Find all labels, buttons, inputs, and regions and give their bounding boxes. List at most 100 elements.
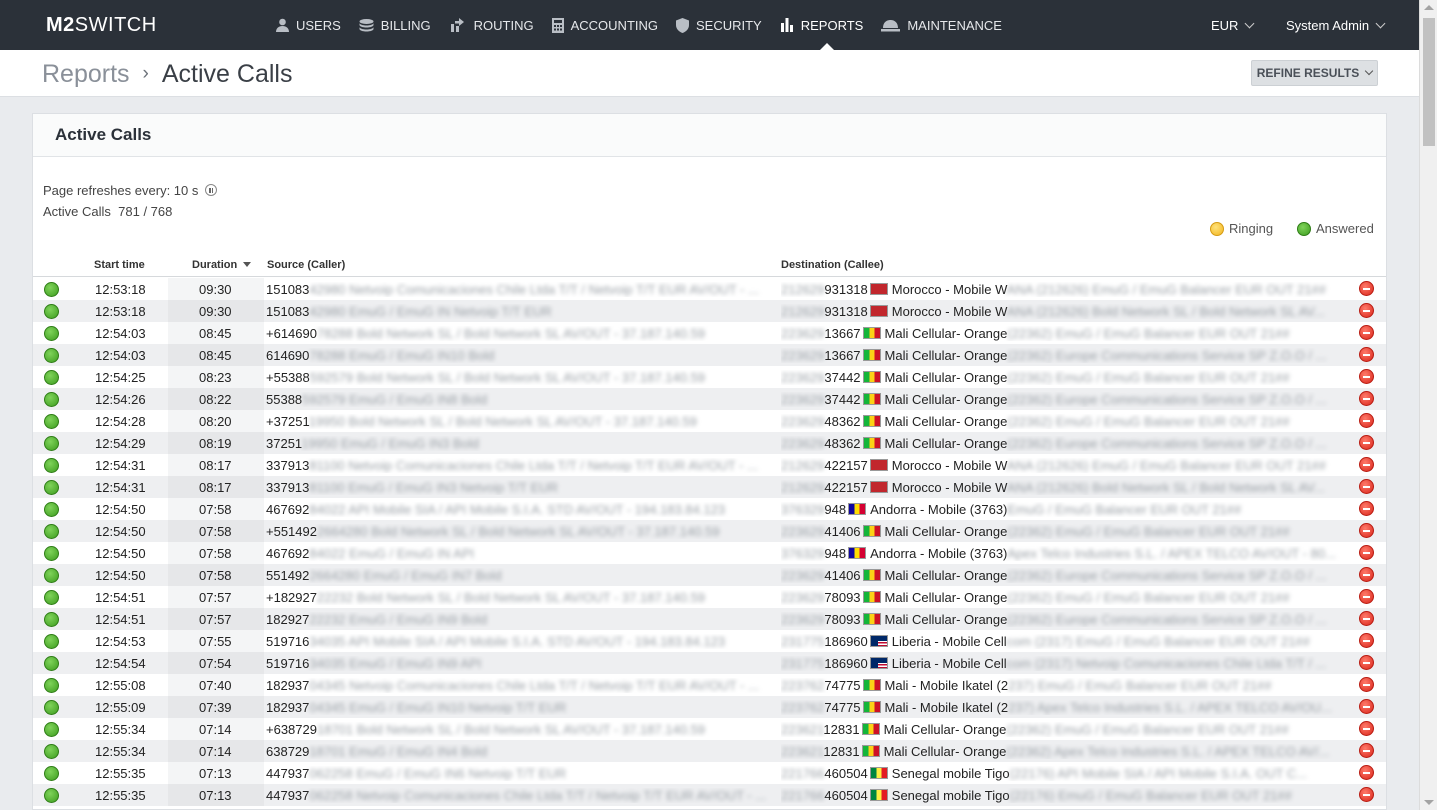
destination-prefix-redacted: 231775 — [781, 656, 825, 671]
table-row: 12:54:03 08:45 61469078288 EmuG / EmuG IN1… — [33, 344, 1386, 366]
answered-status-icon — [44, 700, 59, 715]
refresh-label: Page refreshes every: 10 s — [43, 183, 199, 198]
country-flag-icon — [869, 657, 888, 669]
country-flag-icon — [848, 547, 867, 559]
nav-item-reports[interactable]: REPORTS — [776, 0, 878, 50]
hangup-call-icon[interactable] — [1359, 611, 1374, 626]
start-time-cell: 12:53:18 — [95, 304, 146, 319]
source-cell: +55388592579 Bold Network SL / Bold Netw… — [266, 370, 771, 385]
app-logo[interactable]: M2SWITCH — [46, 14, 157, 37]
duration-cell: 07:40 — [199, 678, 232, 693]
destination-name: Mali - Mobile Ikatel (2 — [884, 678, 1009, 693]
table-row: 12:54:29 08:19 3725119950 EmuG / EmuG IN3 … — [33, 432, 1386, 454]
destination-name: Mali Cellular- Orange — [884, 524, 1008, 539]
destination-number: 37442 — [824, 370, 861, 385]
hangup-call-icon[interactable] — [1359, 545, 1374, 560]
duration-cell: 07:58 — [199, 568, 232, 583]
nav-item-maintenance[interactable]: MAINTENANCE — [877, 0, 1016, 50]
destination-cell: 22362937442 Mali Cellular- Orange(22362) … — [781, 370, 1351, 385]
hangup-call-icon[interactable] — [1359, 501, 1374, 516]
destination-prefix-redacted: 223629 — [781, 370, 825, 385]
nav-item-billing[interactable]: BILLING — [355, 0, 445, 50]
answered-status-icon — [44, 568, 59, 583]
destination-cell: 22362913667 Mali Cellular- Orange(22362) … — [781, 326, 1351, 341]
hangup-call-icon[interactable] — [1359, 413, 1374, 428]
destination-name: Senegal mobile Tigo — [891, 766, 1010, 781]
source-cell: +5514922664280 Bold Network SL / Bold Ne… — [266, 524, 771, 539]
hangup-call-icon[interactable] — [1359, 391, 1374, 406]
hangup-call-icon[interactable] — [1359, 655, 1374, 670]
hangup-call-icon[interactable] — [1359, 435, 1374, 450]
main-nav: USERS BILLING ROUTING ACCOUNTING SECURITY REP… — [272, 0, 1016, 50]
source-redacted: 42980 Netvoip Comunicaciones Chile Ltda … — [309, 282, 759, 297]
nav-item-routing[interactable]: ROUTING — [445, 0, 548, 50]
hangup-call-icon[interactable] — [1359, 589, 1374, 604]
destination-cell: 22362937442 Mali Cellular- Orange(22362) … — [781, 392, 1351, 407]
nav-item-accounting[interactable]: ACCOUNTING — [548, 0, 672, 50]
hangup-call-icon[interactable] — [1359, 457, 1374, 472]
hangup-call-icon[interactable] — [1359, 633, 1374, 648]
nav-item-label: MAINTENANCE — [907, 17, 1002, 33]
start-time-cell: 12:54:50 — [95, 568, 146, 583]
vertical-scrollbar[interactable] — [1419, 0, 1437, 810]
source-redacted: 22232 EmuG / EmuG IN9 Bold — [309, 612, 488, 627]
destination-name: Mali Cellular- Orange — [884, 348, 1008, 363]
scrollbar-thumb[interactable] — [1423, 18, 1435, 146]
destination-prefix-redacted: 223629 — [781, 612, 825, 627]
hangup-call-icon[interactable] — [1359, 479, 1374, 494]
hangup-call-icon[interactable] — [1359, 281, 1374, 296]
column-duration[interactable]: Duration — [192, 259, 252, 271]
hangup-call-icon[interactable] — [1359, 765, 1374, 780]
column-start-time[interactable]: Start time — [94, 259, 145, 271]
destination-prefix-redacted: 223629 — [781, 524, 825, 539]
active-calls-count: Active Calls 781 / 768 — [43, 204, 172, 219]
destination-redacted: (22362) Apex Telco Industries S.L. / APE… — [1006, 744, 1330, 759]
destination-redacted: com (2317) EmuG / EmuG Balancer EUR OUT … — [1006, 634, 1310, 649]
destination-prefix-redacted: 221766 — [781, 766, 825, 781]
destination-number: 422157 — [824, 480, 868, 495]
chevron-down-icon — [1245, 18, 1255, 28]
duration-cell: 09:30 — [199, 304, 232, 319]
hangup-call-icon[interactable] — [1359, 325, 1374, 340]
breadcrumb-separator: › — [142, 63, 149, 84]
country-flag-icon — [869, 305, 888, 317]
destination-redacted: (22362) EmuG / EmuG Balancer EUR OUT 21#… — [1007, 370, 1290, 385]
source-redacted: 19950 EmuG / EmuG IN3 Bold — [301, 436, 479, 451]
source-cell: 18292722232 EmuG / EmuG IN9 Bold — [266, 612, 771, 627]
source-redacted: 34035 EmuG / EmuG IN9 API — [309, 656, 482, 671]
hangup-call-icon[interactable] — [1359, 567, 1374, 582]
nav-item-security[interactable]: SECURITY — [672, 0, 776, 50]
hangup-call-icon[interactable] — [1359, 369, 1374, 384]
user-menu[interactable]: System Admin — [1286, 0, 1386, 50]
source-cell: 61469078288 EmuG / EmuG IN10 Bold — [266, 348, 771, 363]
start-time-cell: 12:54:28 — [95, 414, 146, 429]
hangup-call-icon[interactable] — [1359, 743, 1374, 758]
destination-number: 12831 — [823, 722, 860, 737]
hangup-call-icon[interactable] — [1359, 787, 1374, 802]
country-flag-icon — [869, 481, 888, 493]
destination-prefix-redacted: 212629 — [781, 282, 825, 297]
hangup-call-icon[interactable] — [1359, 523, 1374, 538]
destination-redacted: EmuG / EmuG Balancer EUR OUT 21## — [1007, 502, 1242, 517]
country-flag-icon — [862, 349, 881, 361]
pause-icon[interactable] — [204, 184, 217, 196]
scroll-down-arrow-icon[interactable] — [1424, 800, 1434, 805]
scroll-up-arrow-icon[interactable] — [1424, 5, 1434, 10]
currency-selector[interactable]: EUR — [1211, 0, 1255, 50]
refine-results-button[interactable]: REFINE RESULTS — [1251, 60, 1378, 86]
hangup-call-icon[interactable] — [1359, 347, 1374, 362]
breadcrumb-parent[interactable]: Reports — [42, 60, 130, 88]
hangup-call-icon[interactable] — [1359, 677, 1374, 692]
hangup-call-icon[interactable] — [1359, 303, 1374, 318]
column-destination[interactable]: Destination (Callee) — [781, 259, 884, 271]
destination-cell: 22362941406 Mali Cellular- Orange(22362) … — [781, 568, 1351, 583]
column-source[interactable]: Source (Caller) — [267, 259, 345, 271]
destination-number: 12831 — [823, 744, 860, 759]
hangup-call-icon[interactable] — [1359, 699, 1374, 714]
currency-label: EUR — [1211, 17, 1239, 33]
source-cell: 18293704345 Netvoip Comunicaciones Chile… — [266, 678, 771, 693]
hangup-call-icon[interactable] — [1359, 721, 1374, 736]
destination-number: 948 — [824, 546, 847, 561]
user-icon — [276, 18, 296, 32]
nav-item-users[interactable]: USERS — [272, 0, 355, 50]
